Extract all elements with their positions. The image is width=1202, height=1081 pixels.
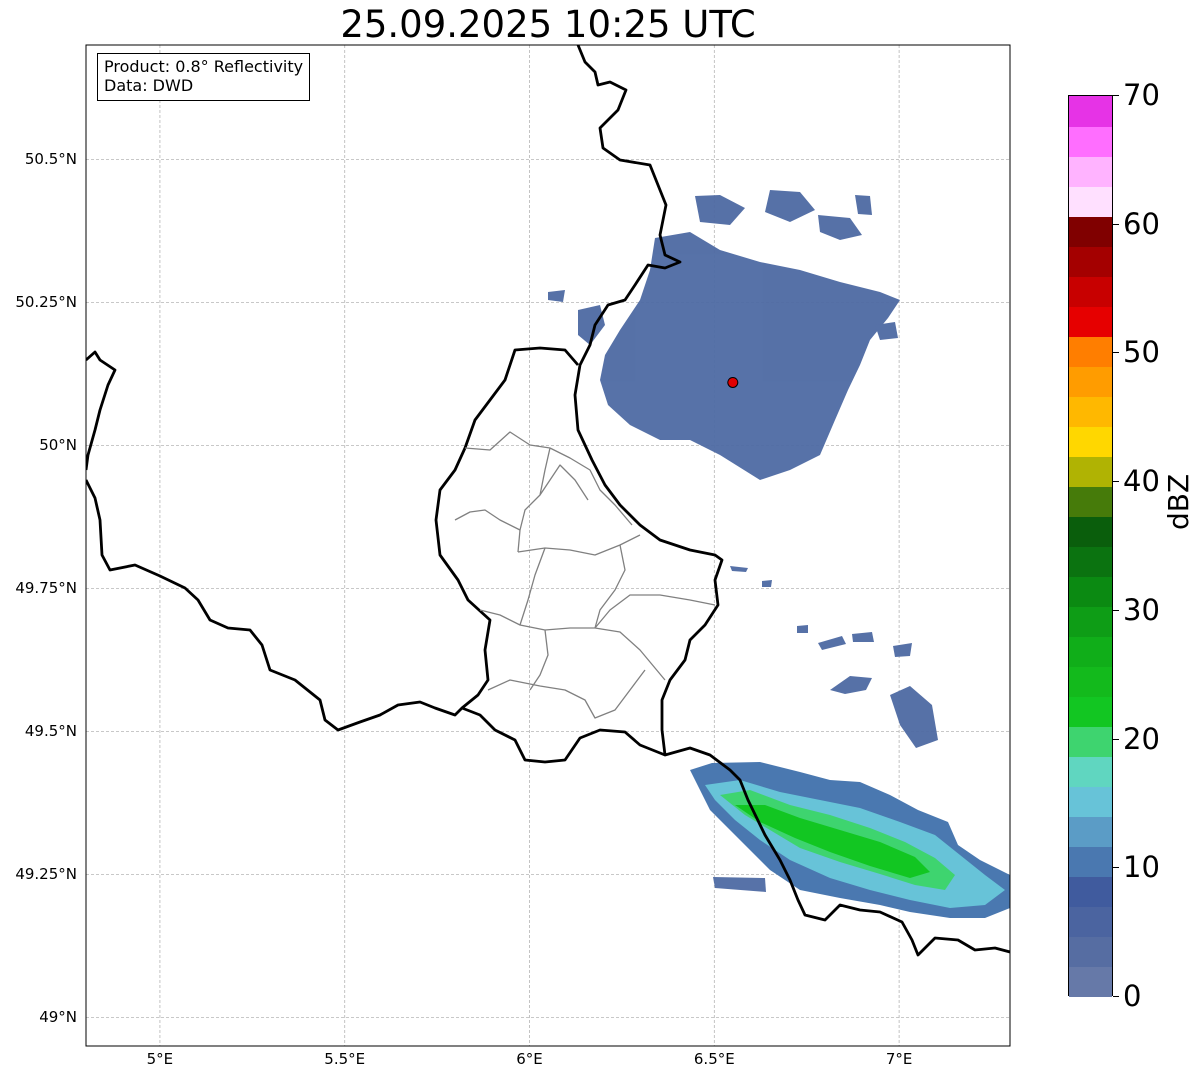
colorbar-segment (1069, 276, 1112, 307)
colorbar-tick (1113, 95, 1119, 96)
lat-tick-label: 49.25°N (15, 865, 77, 884)
colorbar-tick-label: 60 (1123, 206, 1160, 241)
colorbar-segment (1069, 336, 1112, 367)
colorbar-segment (1069, 726, 1112, 758)
lat-tick-label: 49.75°N (15, 579, 77, 598)
colorbar-segment (1069, 426, 1112, 457)
lat-tick-label: 50.5°N (24, 150, 77, 169)
data-source-label: Data: DWD (104, 76, 194, 95)
colorbar-tick-label: 30 (1123, 592, 1160, 627)
lon-tick-label: 5°E (146, 1050, 174, 1068)
colorbar-tick (1113, 867, 1119, 869)
radar-map (0, 0, 1202, 1081)
colorbar-segment (1069, 456, 1112, 487)
dbz-colorbar (1068, 95, 1113, 998)
colorbar-tick (1113, 481, 1119, 483)
colorbar-tick-label: 40 (1123, 464, 1160, 499)
lat-tick-label: 50.25°N (15, 293, 77, 312)
lon-tick-label: 6°E (516, 1050, 543, 1068)
colorbar-tick-label: 10 (1123, 850, 1160, 885)
colorbar-segment (1069, 246, 1112, 277)
colorbar-tick (1113, 223, 1119, 225)
colorbar-segment (1069, 516, 1112, 547)
colorbar-tick-label: 20 (1123, 721, 1160, 756)
colorbar-tick (1113, 996, 1119, 997)
lat-tick-label: 50°N (39, 436, 77, 455)
colorbar-segment (1069, 966, 1112, 998)
colorbar-segment (1069, 936, 1112, 968)
colorbar-segment (1069, 306, 1112, 337)
colorbar-segment (1069, 366, 1112, 397)
colorbar-segment (1069, 906, 1112, 938)
colorbar-segment (1069, 666, 1112, 698)
colorbar-unit-label: dBZ (1162, 473, 1195, 530)
product-label: Product: 0.8° Reflectivity (104, 57, 304, 76)
colorbar-segment (1069, 546, 1112, 578)
lon-tick-label: 6.5°E (693, 1050, 735, 1068)
colorbar-tick (1113, 738, 1119, 740)
colorbar-segment (1069, 846, 1112, 878)
colorbar-segment (1069, 816, 1112, 848)
colorbar-segment (1069, 636, 1112, 668)
colorbar-tick (1113, 352, 1119, 354)
colorbar-tick-label: 50 (1123, 335, 1160, 370)
colorbar-segment (1069, 126, 1112, 157)
colorbar-tick-label: 0 (1123, 979, 1142, 1013)
colorbar-segment (1069, 786, 1112, 818)
product-info-box: Product: 0.8° Reflectivity Data: DWD (97, 53, 311, 101)
colorbar-segment (1069, 216, 1112, 247)
colorbar-segment (1069, 486, 1112, 517)
colorbar-segment (1069, 606, 1112, 638)
colorbar-segment (1069, 396, 1112, 427)
colorbar-tick (1113, 609, 1119, 611)
colorbar-segment (1069, 576, 1112, 608)
colorbar-segment (1069, 696, 1112, 728)
colorbar-segment (1069, 156, 1112, 187)
colorbar-tick-label: 70 (1123, 78, 1160, 112)
radar-site-marker (727, 376, 739, 388)
lon-tick-label: 7°E (885, 1050, 913, 1068)
colorbar-segment (1069, 756, 1112, 788)
lat-tick-label: 49°N (39, 1008, 77, 1027)
colorbar-segment (1069, 876, 1112, 908)
colorbar-segment (1069, 186, 1112, 217)
colorbar-segment (1069, 96, 1112, 127)
lat-tick-label: 49.5°N (24, 722, 77, 741)
lon-tick-label: 5.5°E (324, 1050, 366, 1068)
